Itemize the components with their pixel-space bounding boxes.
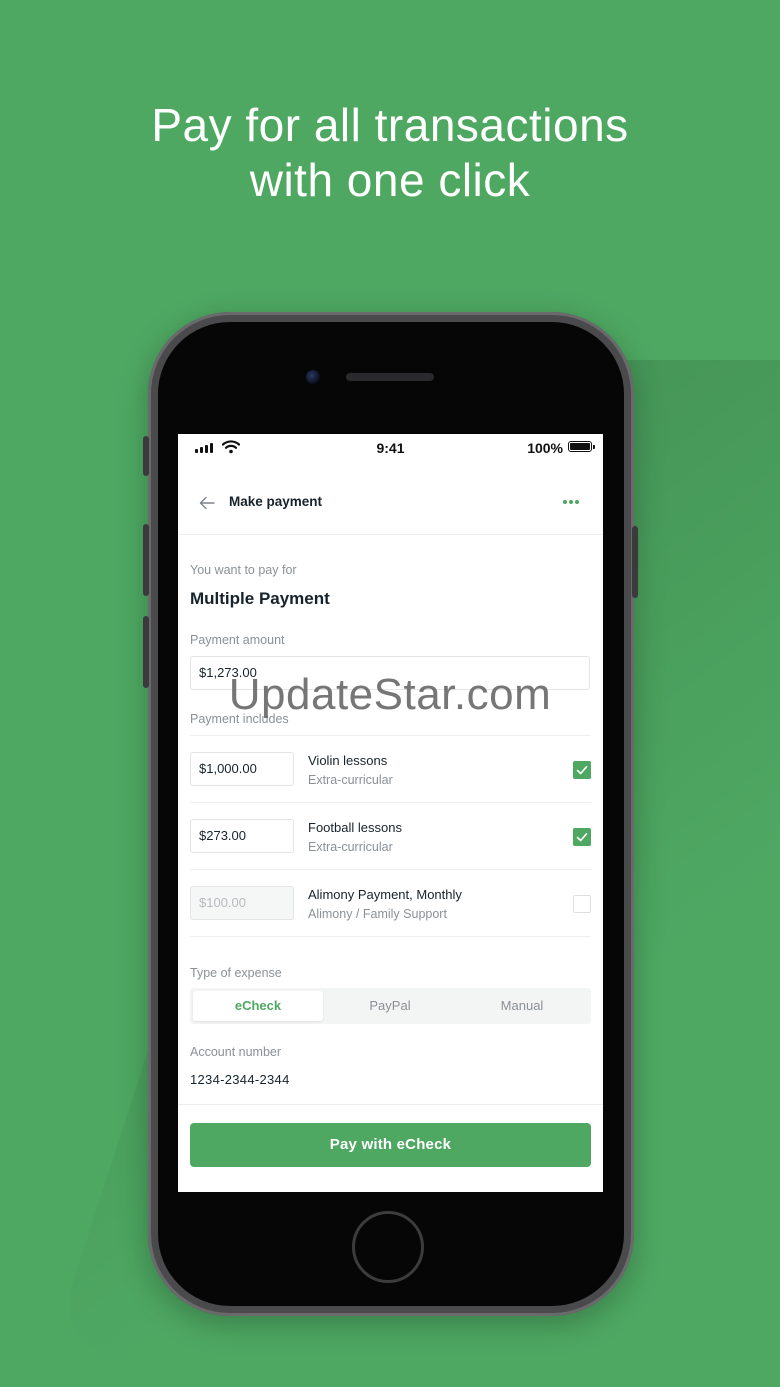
segment-manual[interactable]: Manual <box>457 991 587 1021</box>
item-checkbox[interactable] <box>573 828 591 846</box>
expense-label: Type of expense <box>190 966 282 980</box>
segment-paypal[interactable]: PayPal <box>325 991 455 1021</box>
item-amount-input[interactable]: $100.00 <box>190 886 294 920</box>
payment-item-row: $100.00 Alimony Payment, Monthly Alimony… <box>190 869 591 937</box>
item-category: Extra-curricular <box>308 840 393 854</box>
item-category: Alimony / Family Support <box>308 907 447 921</box>
check-icon <box>576 833 588 842</box>
account-number: 1234-2344-2344 <box>190 1072 290 1087</box>
item-checkbox[interactable] <box>573 895 591 913</box>
app-screen: 9:41 100% Make payment You want to pay f… <box>178 434 603 1192</box>
item-amount-input[interactable]: $273.00 <box>190 819 294 853</box>
pay-for-value: Multiple Payment <box>190 589 330 608</box>
item-amount-input[interactable]: $1,000.00 <box>190 752 294 786</box>
status-bar: 9:41 100% <box>178 434 603 462</box>
page-title: Make payment <box>229 494 323 509</box>
home-button[interactable] <box>352 1211 424 1283</box>
volume-up-button <box>143 524 149 596</box>
item-checkbox[interactable] <box>573 761 591 779</box>
battery-tip <box>593 445 595 449</box>
power-button <box>632 526 638 598</box>
item-name: Violin lessons <box>308 753 388 768</box>
headline-line-1: Pay for all transactions <box>151 99 629 151</box>
battery-percent: 100% <box>527 440 563 456</box>
item-name: Football lessons <box>308 820 402 835</box>
headline-line-2: with one click <box>249 154 531 206</box>
footer: Pay with eCheck <box>178 1104 603 1192</box>
segment-echeck[interactable]: eCheck <box>193 991 323 1021</box>
item-category: Extra-curricular <box>308 773 393 787</box>
mute-switch <box>143 436 149 476</box>
arrow-left-icon[interactable] <box>196 492 218 514</box>
account-label: Account number <box>190 1045 282 1059</box>
pay-for-label: You want to pay for <box>190 563 297 577</box>
item-name: Alimony Payment, Monthly <box>308 887 462 902</box>
headline: Pay for all transactions with one click <box>0 98 780 208</box>
watermark: UpdateStar.com <box>228 670 552 719</box>
more-dots-icon[interactable] <box>563 500 581 506</box>
amount-label: Payment amount <box>190 633 285 647</box>
expense-type-segmented-control: eCheck PayPal Manual <box>190 988 591 1024</box>
check-icon <box>576 766 588 775</box>
front-camera <box>306 370 320 384</box>
top-nav: Make payment <box>178 480 603 535</box>
payment-item-row: $1,000.00 Violin lessons Extra-curricula… <box>190 735 591 802</box>
pay-button[interactable]: Pay with eCheck <box>190 1123 591 1167</box>
battery-icon <box>568 441 592 452</box>
payment-item-row: $273.00 Football lessons Extra-curricula… <box>190 802 591 869</box>
earpiece-speaker <box>346 373 434 381</box>
